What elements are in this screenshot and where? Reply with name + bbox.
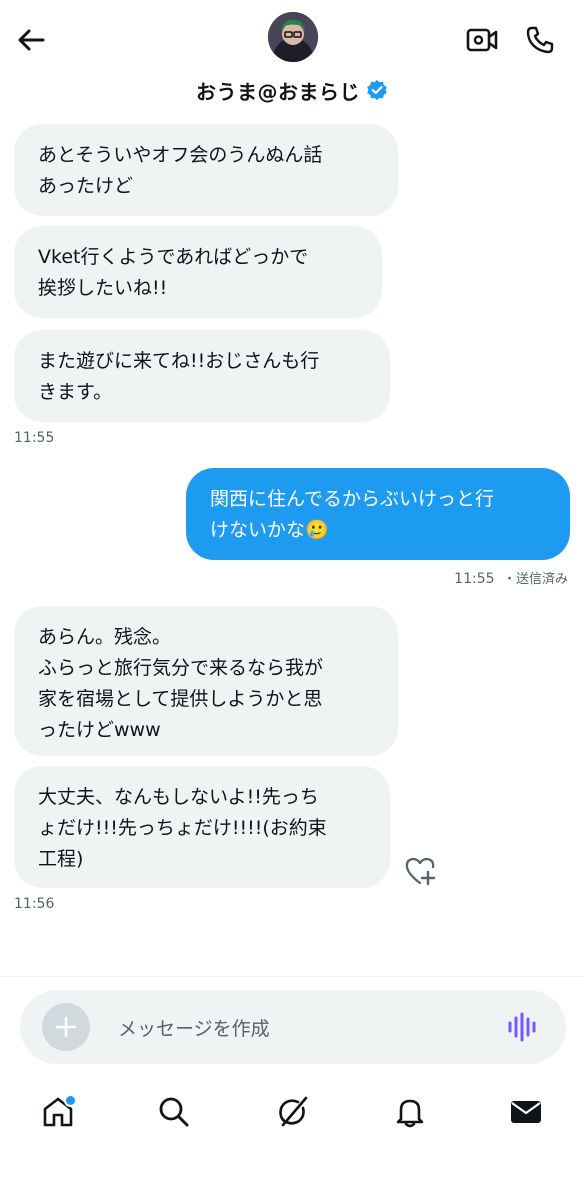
grok-icon (279, 1096, 308, 1127)
verified-badge-icon (367, 80, 387, 100)
phone-call-button[interactable] (522, 22, 558, 58)
message-input[interactable]: メッセージを作成 (118, 1014, 270, 1041)
message-bubble-incoming[interactable]: Vket行くようであればどっかで 挨拶したいね!! (14, 226, 382, 318)
arrow-left-icon (18, 29, 45, 51)
message-list[interactable]: あとそういやオフ会のうんぬん話 あったけど Vket行くようであればどっかで 挨… (0, 112, 584, 972)
voice-wave-icon (508, 1012, 536, 1042)
add-media-button[interactable] (42, 1003, 90, 1051)
heart-plus-icon (405, 857, 436, 886)
message-bubble-incoming[interactable]: あとそういやオフ会のうんぬん話 あったけど (14, 124, 398, 216)
tab-messages[interactable] (506, 1092, 546, 1132)
message-timestamp-status: 11:55 ・送信済み (454, 568, 568, 587)
search-icon (159, 1097, 189, 1127)
message-composer[interactable]: メッセージを作成 (20, 990, 566, 1064)
bottom-tab-bar (0, 1078, 584, 1152)
message-timestamp: 11:55 (454, 571, 495, 587)
video-call-icon (466, 28, 498, 52)
plus-icon (55, 1016, 77, 1038)
phone-icon (526, 26, 554, 54)
conversation-header: おうま@おまらじ (0, 0, 584, 112)
message-timestamp: 11:55 (14, 430, 55, 446)
message-bubble-incoming[interactable]: 大丈夫、なんもしないよ!!先っち ょだけ!!!先っちょだけ!!!!(お約束 工程… (14, 766, 390, 888)
notification-dot (64, 1094, 77, 1107)
message-timestamp: 11:56 (14, 896, 55, 912)
avatar[interactable] (268, 12, 318, 62)
tab-search[interactable] (154, 1092, 194, 1132)
voice-message-button[interactable] (506, 1010, 540, 1044)
home-indicator-area (0, 1160, 584, 1200)
add-reaction-button[interactable] (404, 856, 438, 888)
divider (0, 976, 584, 977)
mail-icon (511, 1101, 541, 1123)
tab-grok[interactable] (272, 1092, 312, 1132)
video-call-button[interactable] (464, 22, 500, 58)
back-button[interactable] (14, 24, 48, 56)
sent-status: ・送信済み (502, 572, 568, 587)
message-bubble-incoming[interactable]: あらん。残念。 ふらっと旅行気分で来るなら我が 家を宿場として提供しようかと思 … (14, 606, 398, 756)
conversation-title: おうま@おまらじ (196, 79, 360, 104)
tab-home[interactable] (38, 1092, 78, 1132)
message-bubble-incoming[interactable]: また遊びに来てね!!おじさんも行 きます。 (14, 330, 390, 422)
bell-icon (396, 1099, 424, 1128)
message-bubble-outgoing[interactable]: 関西に住んでるからぶいけっと行 けないかな🥲 (186, 468, 570, 560)
tab-notifications[interactable] (390, 1092, 430, 1132)
